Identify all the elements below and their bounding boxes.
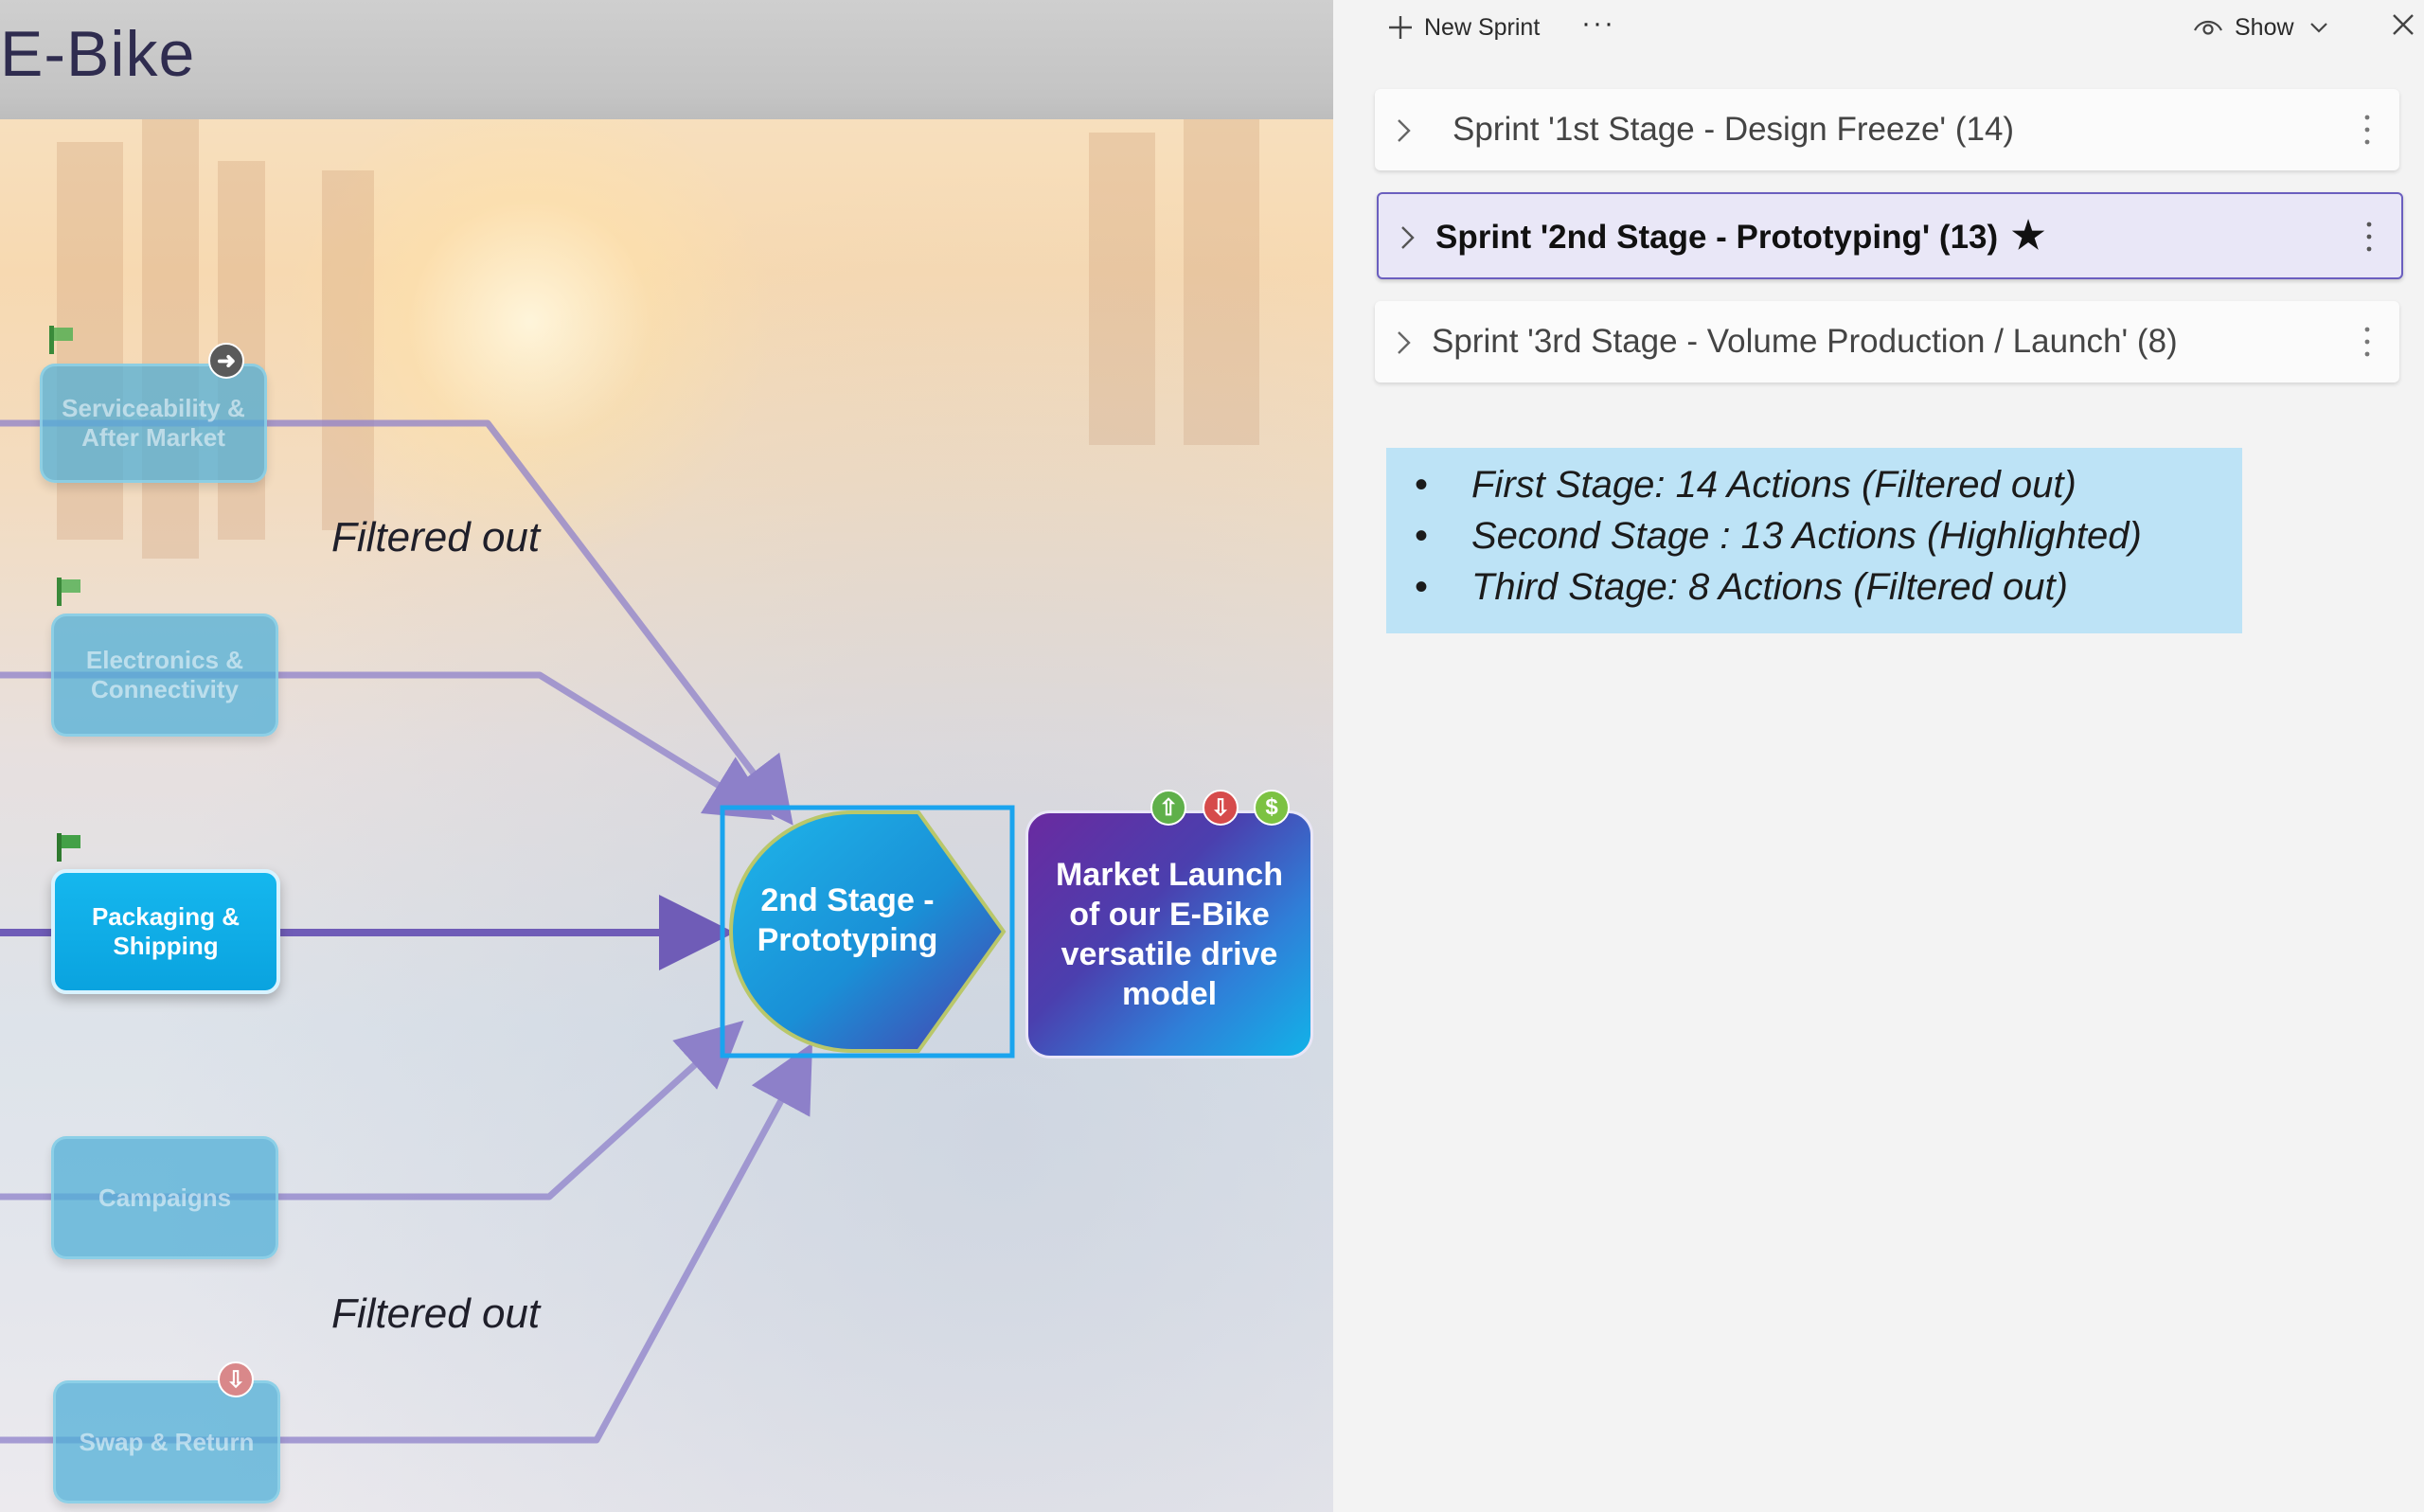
flag-icon	[49, 326, 76, 354]
close-icon	[2393, 14, 2414, 35]
summary-note: First Stage: 14 Actions (Filtered out) S…	[1386, 448, 2242, 633]
eye-icon	[2194, 20, 2222, 35]
dollar-icon: $	[1254, 790, 1290, 826]
summary-list: First Stage: 14 Actions (Filtered out) S…	[1415, 459, 2242, 613]
sprint-row-2[interactable]: Sprint '2nd Stage - Prototyping' (13) ★	[1377, 192, 2403, 279]
star-icon: ★	[2011, 215, 2046, 257]
node-swap-label: Swap & Return	[79, 1427, 255, 1456]
flow-connectors	[0, 419, 813, 1444]
plus-icon	[1389, 16, 1412, 39]
sprint-row-1-label: Sprint '1st Stage - Design Freeze' (14)	[1453, 111, 2015, 148]
arrow-down-icon: ⇩	[218, 1361, 254, 1397]
show-button[interactable]: Show	[2193, 13, 2330, 42]
more-icon[interactable]: ···	[1581, 8, 1615, 40]
node-serviceability[interactable]: Serviceability & After Market	[40, 364, 267, 483]
node-stage2-label: 2nd Stage - Prototyping	[757, 882, 938, 958]
chevron-right-icon[interactable]	[1398, 224, 1417, 251]
show-label: Show	[2235, 13, 2294, 41]
node-market-launch[interactable]: Market Launch of our E-Bike versatile dr…	[1025, 810, 1313, 1058]
annotation-filtered-top: Filtered out	[331, 514, 541, 560]
node-campaigns[interactable]: Campaigns	[51, 1136, 278, 1259]
node-electronics[interactable]: Electronics & Connectivity	[51, 614, 278, 737]
sprint-row-3[interactable]: Sprint '3rd Stage - Volume Production / …	[1375, 301, 2399, 382]
chevron-down-icon	[2309, 23, 2327, 33]
node-serviceability-label: Serviceability & After Market	[62, 394, 245, 452]
flag-icon	[57, 578, 83, 606]
arrow-down-icon: ⇩	[1203, 790, 1239, 826]
arrow-up-icon: ⇧	[1150, 790, 1186, 826]
sprint-row-1[interactable]: Sprint '1st Stage - Design Freeze' (14)	[1375, 89, 2399, 170]
node-swap[interactable]: Swap & Return	[53, 1380, 280, 1503]
sprint-panel: New Sprint ··· Show Sprint '1st Stage - …	[1333, 0, 2424, 1512]
more-vertical-icon[interactable]	[2363, 114, 2371, 146]
annotation-filtered-bottom: Filtered out	[331, 1290, 541, 1337]
close-button[interactable]	[2390, 11, 2416, 38]
summary-item-third: Third Stage: 8 Actions (Filtered out)	[1415, 561, 2242, 613]
node-packaging-label: Packaging & Shipping	[91, 902, 241, 960]
chevron-right-icon[interactable]	[1394, 117, 1413, 144]
sprint-row-2-label: Sprint '2nd Stage - Prototyping' (13)	[1435, 219, 1999, 256]
node-campaigns-label: Campaigns	[98, 1183, 232, 1212]
sprint-row-2-label-wrap: Sprint '2nd Stage - Prototyping' (13) ★	[1435, 214, 2045, 258]
new-sprint-button[interactable]: New Sprint	[1386, 13, 1540, 42]
chevron-right-icon[interactable]	[1394, 329, 1413, 356]
node-electronics-label: Electronics & Connectivity	[85, 646, 244, 703]
process-canvas[interactable]: E-Bike Serviceability & After Market ➜ E…	[0, 0, 1333, 1512]
node-packaging[interactable]: Packaging & Shipping	[51, 869, 280, 994]
canvas-title-bar: E-Bike	[0, 0, 1333, 119]
node-market-launch-label: Market Launch of our E-Bike versatile dr…	[1056, 857, 1283, 1012]
arrow-right-icon: ➜	[208, 343, 244, 379]
sprint-row-3-label: Sprint '3rd Stage - Volume Production / …	[1432, 323, 2178, 360]
flag-icon	[57, 833, 83, 862]
more-vertical-icon[interactable]	[2363, 326, 2371, 358]
summary-item-second: Second Stage : 13 Actions (Highlighted)	[1415, 510, 2242, 561]
summary-item-first: First Stage: 14 Actions (Filtered out)	[1415, 459, 2242, 510]
more-vertical-icon[interactable]	[2365, 221, 2373, 253]
new-sprint-label: New Sprint	[1424, 13, 1541, 41]
panel-toolbar: New Sprint ··· Show	[1333, 0, 2424, 61]
page-title: E-Bike	[0, 18, 196, 90]
